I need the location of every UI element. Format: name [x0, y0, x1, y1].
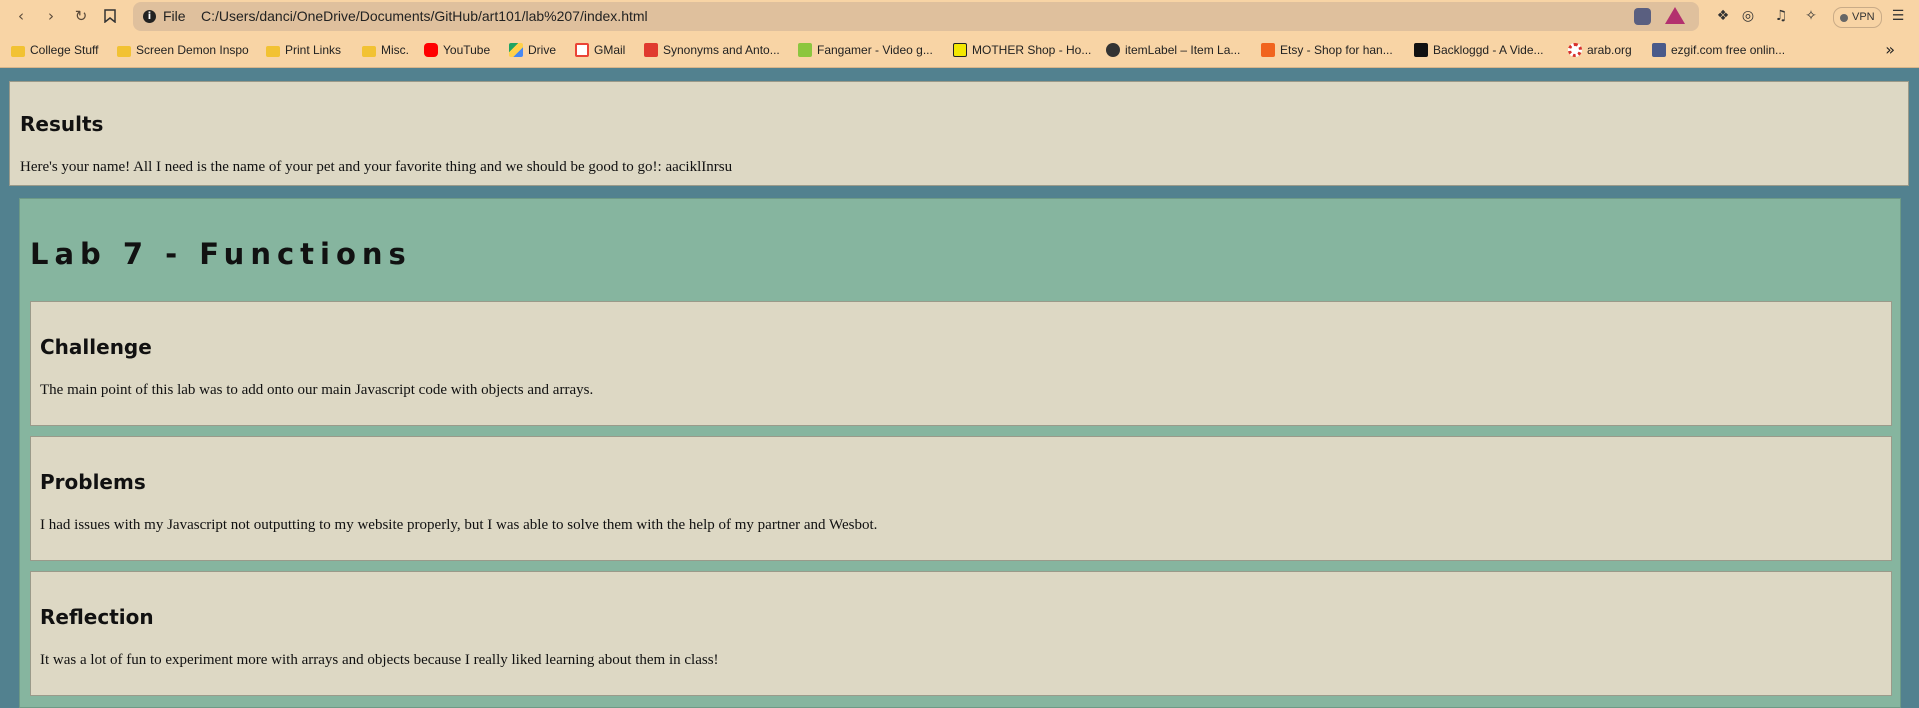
etsy-icon — [1261, 43, 1275, 57]
folder-icon — [117, 45, 131, 57]
bookmark-label: Backloggd - A Vide... — [1433, 43, 1544, 57]
vpn-status-icon — [1840, 13, 1848, 22]
backloggd-icon — [1414, 43, 1428, 57]
results-heading: Results — [20, 112, 104, 136]
arab-org-icon — [1568, 43, 1582, 57]
section-text: I had issues with my Javascript not outp… — [40, 517, 878, 533]
brave-shields-icon[interactable] — [1634, 8, 1651, 25]
reflection-section: Reflection It was a lot of fun to experi… — [30, 571, 1892, 696]
media-icon[interactable]: ♫ — [1770, 5, 1792, 27]
section-heading: Problems — [40, 470, 146, 494]
address-bar[interactable]: i File C:/Users/danci/OneDrive/Documents… — [133, 2, 1699, 31]
back-icon[interactable]: ‹ — [10, 5, 32, 27]
bookmark-label: College Stuff — [30, 43, 99, 57]
bookmark-item[interactable]: Print Links — [266, 42, 341, 58]
section-text: It was a lot of fun to experiment more w… — [40, 652, 719, 668]
bookmark-label: MOTHER Shop - Ho... — [972, 43, 1092, 57]
bookmarks-bar: College Stuff Screen Demon Inspo Print L… — [0, 33, 1919, 68]
bookmark-label: arab.org — [1587, 43, 1632, 57]
browser-toolbar: ‹ › ↻ i File C:/Users/danci/OneDrive/Doc… — [0, 0, 1919, 33]
mother-icon — [953, 43, 967, 57]
bookmark-icon[interactable] — [99, 5, 121, 27]
reload-icon[interactable]: ↻ — [70, 5, 92, 27]
bookmark-item[interactable]: itemLabel – Item La... — [1106, 42, 1240, 58]
bookmark-item[interactable]: arab.org — [1568, 42, 1632, 58]
main-content: Lab 7 - Functions Challenge The main poi… — [19, 198, 1901, 708]
bookmark-label: Drive — [528, 43, 557, 57]
section-heading: Reflection — [40, 605, 154, 629]
youtube-icon — [424, 43, 438, 57]
bookmark-item[interactable]: Backloggd - A Vide... — [1414, 42, 1544, 58]
results-section: Results Here's your name! All I need is … — [9, 81, 1909, 186]
sparkle-icon[interactable]: ✧ — [1800, 5, 1822, 27]
more-bookmarks-icon[interactable]: » — [1885, 40, 1895, 59]
bookmark-label: Print Links — [285, 43, 342, 57]
section-heading: Challenge — [40, 335, 152, 359]
folder-icon — [266, 45, 280, 57]
problems-section: Problems I had issues with my Javascript… — [30, 436, 1892, 561]
bookmark-label: GMail — [594, 43, 626, 57]
extensions-icon[interactable]: ❖ — [1712, 5, 1734, 27]
bookmark-label: Etsy - Shop for han... — [1280, 43, 1393, 57]
results-output: Here's your name! All I need is the name… — [20, 159, 733, 175]
bookmark-label: Screen Demon Inspo — [136, 43, 249, 57]
bookmark-label: Synonyms and Anto... — [663, 43, 780, 57]
info-icon[interactable]: i — [143, 10, 156, 23]
bookmark-item[interactable]: Fangamer - Video g... — [798, 42, 933, 58]
bookmark-item[interactable]: GMail — [575, 42, 625, 58]
menu-icon[interactable]: ☰ — [1887, 5, 1909, 27]
bookmark-item[interactable]: Etsy - Shop for han... — [1261, 42, 1393, 58]
vpn-button[interactable]: VPN — [1833, 7, 1882, 28]
globe-icon — [1106, 43, 1120, 57]
vpn-label: VPN — [1852, 11, 1875, 23]
bookmark-item[interactable]: ezgif.com free onlin... — [1652, 42, 1785, 58]
brave-rewards-icon[interactable] — [1665, 7, 1685, 24]
bookmark-label: itemLabel – Item La... — [1125, 43, 1241, 57]
bookmark-item[interactable]: Misc. — [362, 42, 409, 58]
ezgif-icon — [1652, 43, 1666, 57]
bookmark-label: Fangamer - Video g... — [817, 43, 933, 57]
bookmark-item[interactable]: Screen Demon Inspo — [117, 42, 249, 58]
bookmark-label: Misc. — [381, 43, 409, 57]
folder-icon — [11, 45, 25, 57]
fangamer-icon — [798, 43, 812, 57]
folder-icon — [362, 45, 376, 57]
bookmark-label: YouTube — [443, 43, 491, 57]
bookmark-item[interactable]: MOTHER Shop - Ho... — [953, 42, 1091, 58]
bookmark-item[interactable]: Synonyms and Anto... — [644, 42, 780, 58]
challenge-section: Challenge The main point of this lab was… — [30, 301, 1892, 426]
bookmark-label: ezgif.com free onlin... — [1671, 43, 1786, 57]
gmail-icon — [575, 43, 589, 57]
bookmark-item[interactable]: YouTube — [424, 42, 490, 58]
section-text: The main point of this lab was to add on… — [40, 382, 594, 398]
file-scheme-label: File — [163, 8, 186, 24]
drive-icon — [509, 43, 523, 57]
url-text[interactable]: C:/Users/danci/OneDrive/Documents/GitHub… — [201, 8, 648, 24]
page-title: Lab 7 - Functions — [30, 237, 412, 271]
forward-icon[interactable]: › — [40, 5, 62, 27]
leo-icon[interactable]: ◎ — [1737, 5, 1759, 27]
thesaurus-icon — [644, 43, 658, 57]
bookmark-item[interactable]: Drive — [509, 42, 556, 58]
bookmark-item[interactable]: College Stuff — [11, 42, 99, 58]
